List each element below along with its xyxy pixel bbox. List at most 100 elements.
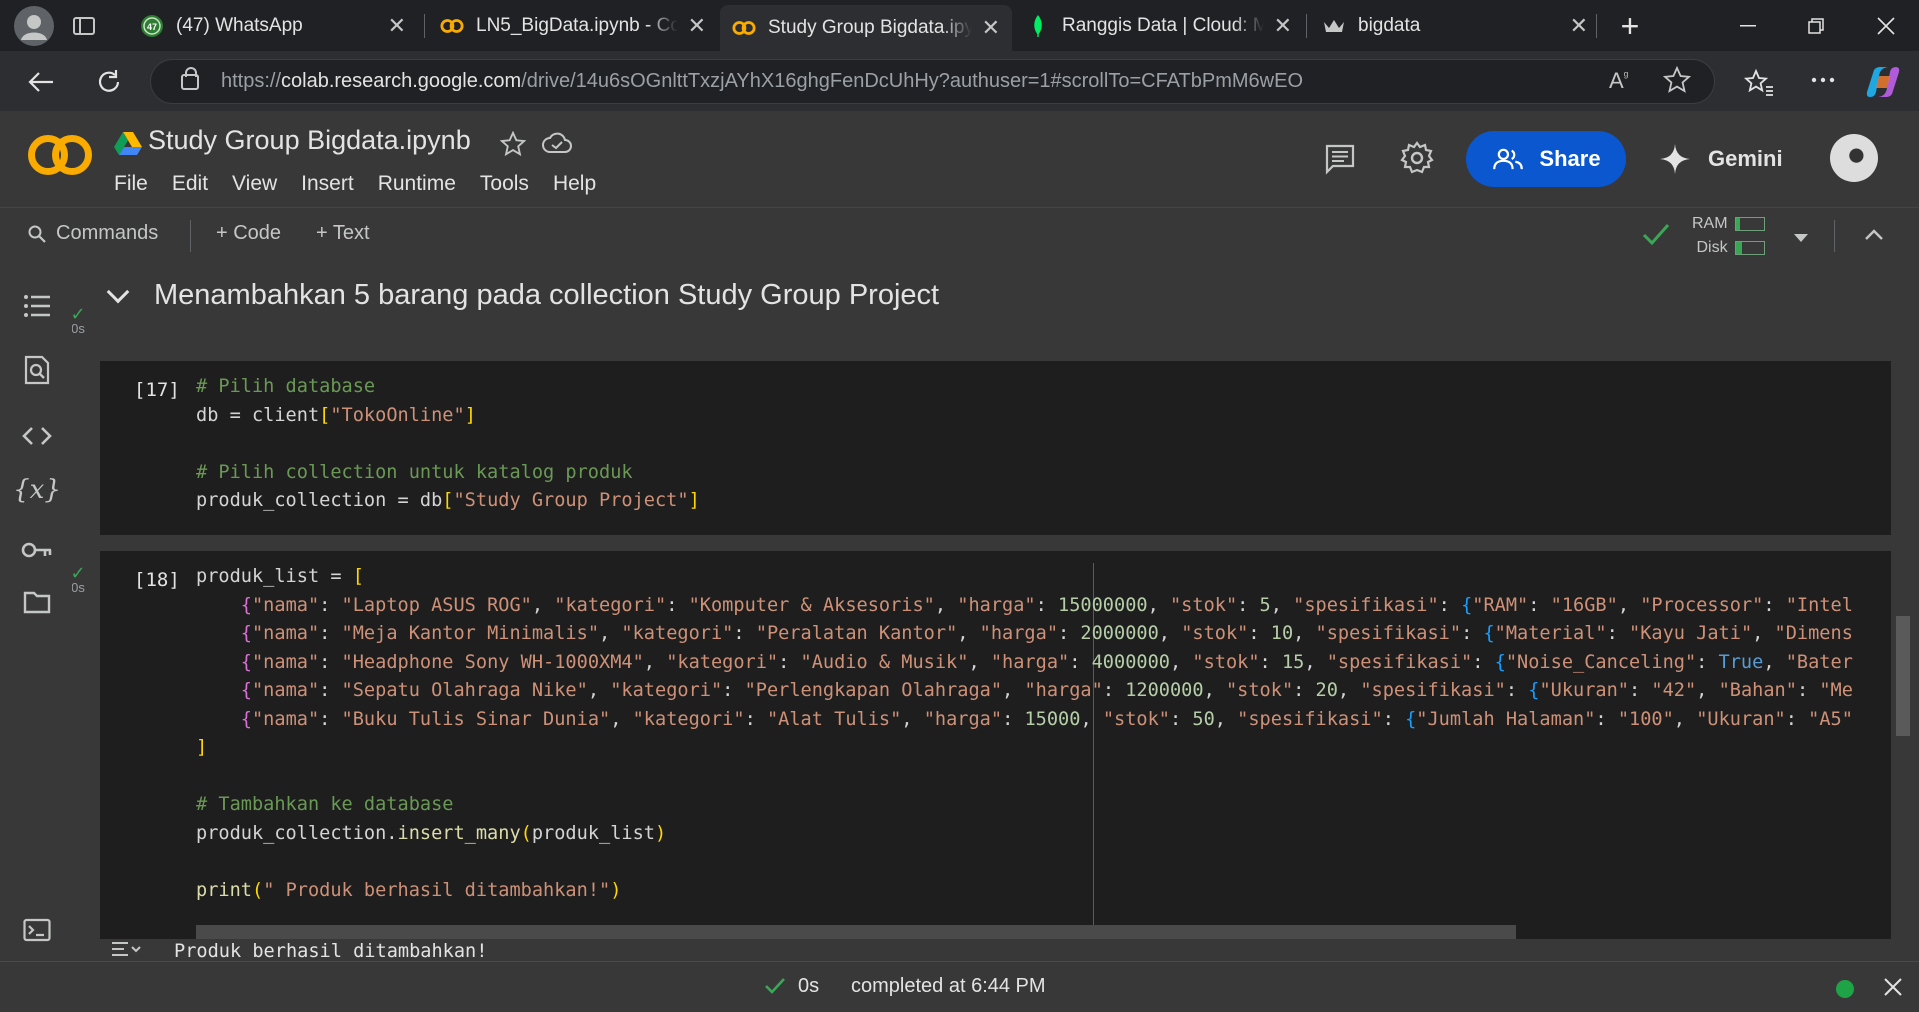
commands-button[interactable]: Commands — [28, 222, 158, 245]
check-icon: ✓ — [72, 563, 86, 583]
colab-icon — [440, 14, 464, 38]
chevron-down-icon[interactable] — [1793, 230, 1809, 248]
menu-edit[interactable]: Edit — [172, 172, 208, 196]
secrets-key-icon[interactable] — [18, 531, 56, 569]
code-cell[interactable]: [18] produk_list = [ {"nama": "Laptop AS… — [100, 551, 1891, 939]
restore-button[interactable] — [1788, 6, 1844, 46]
gemini-button[interactable]: Gemini — [1660, 131, 1783, 187]
cell-output: Produk berhasil ditambahkan! — [110, 939, 487, 961]
tab-title: LN5_BigData.ipynb - Cola — [476, 15, 678, 36]
output-menu-icon[interactable] — [110, 939, 144, 961]
completed-status[interactable]: completed at 6:44 PM — [851, 975, 1046, 998]
horizontal-scrollbar[interactable] — [196, 925, 1516, 939]
browser-tab-bigdata[interactable]: bigdata ✕ — [1310, 6, 1600, 46]
connected-check-icon — [1642, 222, 1670, 251]
share-button[interactable]: Share — [1466, 131, 1626, 187]
colab-logo[interactable] — [28, 135, 92, 175]
close-icon[interactable]: ✕ — [1274, 13, 1292, 39]
disk-label: Disk — [1696, 239, 1728, 256]
table-of-contents-icon[interactable] — [18, 287, 56, 325]
files-folder-icon[interactable] — [18, 583, 56, 621]
whatsapp-icon: 47 — [140, 14, 164, 38]
close-icon[interactable] — [1884, 978, 1902, 1001]
ram-label: RAM — [1692, 215, 1728, 232]
cloud-saved-icon[interactable] — [542, 131, 572, 160]
browser-tab-study-group[interactable]: Study Group Bigdata.ipyn ✕ — [720, 5, 1012, 51]
copilot-icon[interactable] — [1866, 65, 1900, 99]
notebook-title[interactable]: Study Group Bigdata.ipynb — [148, 125, 471, 156]
search-icon — [28, 225, 46, 243]
refresh-icon[interactable] — [92, 65, 126, 99]
close-icon[interactable]: ✕ — [982, 15, 1000, 41]
notebook-toolbar: Commands + Code + Text RAM Disk — [0, 207, 1919, 261]
menu-view[interactable]: View — [232, 172, 277, 196]
resource-monitor[interactable]: RAM Disk — [1692, 212, 1728, 260]
code-snippets-icon[interactable] — [18, 417, 56, 455]
section-title: Menambahkan 5 barang pada collection Stu… — [154, 279, 940, 311]
star-icon[interactable] — [499, 130, 527, 162]
mongodb-leaf-icon — [1026, 14, 1050, 38]
disk-usage-bar — [1735, 241, 1765, 255]
check-icon — [764, 976, 786, 1001]
code-editor[interactable]: # Pilih database db = client["TokoOnline… — [196, 373, 700, 516]
browser-tab-ln5[interactable]: LN5_BigData.ipynb - Cola ✕ — [428, 6, 718, 46]
comment-icon[interactable] — [1324, 143, 1356, 180]
chevron-up-icon[interactable] — [1864, 228, 1884, 246]
settings-gear-icon[interactable] — [1400, 141, 1434, 180]
cell-status: ✓ 0s — [72, 305, 88, 336]
execution-time: 0s — [798, 975, 820, 997]
minimize-button[interactable] — [1720, 6, 1776, 46]
browser-tab-whatsapp[interactable]: 47 (47) WhatsApp ✕ — [128, 6, 418, 46]
browser-tab-mongodb[interactable]: Ranggis Data | Cloud: Mo ✕ — [1014, 6, 1304, 46]
find-replace-icon[interactable] — [18, 351, 56, 389]
close-window-button[interactable] — [1858, 6, 1914, 46]
svg-text:47: 47 — [147, 22, 157, 32]
read-aloud-icon[interactable]: Aᵍ — [1609, 68, 1628, 94]
close-icon[interactable]: ✕ — [688, 13, 706, 39]
favorite-star-icon[interactable] — [1662, 65, 1692, 99]
browser-profile-icon[interactable] — [14, 5, 54, 46]
tab-title: Ranggis Data | Cloud: Mo — [1062, 15, 1264, 36]
tab-title: bigdata — [1358, 15, 1421, 36]
notebook-area: Menambahkan 5 barang pada collection Stu… — [72, 261, 1919, 961]
menu-tools[interactable]: Tools — [480, 172, 529, 196]
tab-title: (47) WhatsApp — [176, 15, 303, 36]
menu-runtime[interactable]: Runtime — [378, 172, 456, 196]
vertical-scrollbar[interactable] — [1896, 616, 1910, 736]
tab-actions-icon[interactable] — [64, 6, 104, 46]
menu-insert[interactable]: Insert — [301, 172, 354, 196]
menu-file[interactable]: File — [114, 172, 148, 196]
colab-header: Study Group Bigdata.ipynb File Edit View… — [0, 111, 1919, 207]
section-header[interactable]: Menambahkan 5 barang pada collection Stu… — [102, 279, 939, 312]
gemini-label: Gemini — [1708, 146, 1783, 171]
back-arrow-icon[interactable] — [24, 65, 58, 99]
url-text: https://colab.research.google.com/drive/… — [221, 70, 1303, 92]
google-drive-icon[interactable] — [114, 131, 142, 155]
variables-icon[interactable]: {𝑥} — [13, 471, 61, 509]
menu-help[interactable]: Help — [553, 172, 596, 196]
favorites-icon[interactable] — [1742, 65, 1776, 99]
code-cell[interactable]: [17] # Pilih database db = client["TokoO… — [100, 361, 1891, 535]
status-bar: 0s completed at 6:44 PM — [0, 961, 1919, 1012]
terminal-icon[interactable] — [18, 911, 56, 949]
new-tab-button[interactable]: + — [1612, 8, 1648, 44]
address-bar[interactable]: https://colab.research.google.com/drive/… — [150, 59, 1715, 104]
left-sidebar: {𝑥} — [0, 261, 72, 961]
ram-usage-bar — [1735, 217, 1765, 231]
add-text-button[interactable]: + Text — [316, 222, 370, 245]
code-editor[interactable]: produk_list = [ {"nama": "Laptop ASUS RO… — [196, 563, 1886, 905]
close-icon[interactable]: ✕ — [1570, 13, 1588, 39]
execution-count: [18] — [134, 569, 180, 591]
gemini-sparkle-icon — [1660, 144, 1690, 174]
user-avatar[interactable] — [1830, 134, 1878, 182]
more-options-icon[interactable] — [1806, 63, 1840, 97]
crown-icon — [1322, 14, 1346, 38]
colab-icon — [732, 16, 756, 40]
minimize-icon — [1740, 25, 1756, 27]
share-label: Share — [1539, 146, 1601, 171]
restore-icon — [1808, 18, 1824, 34]
add-code-button[interactable]: + Code — [216, 222, 281, 245]
close-icon[interactable]: ✕ — [388, 13, 406, 39]
chevron-down-icon[interactable] — [106, 280, 130, 303]
lock-icon — [181, 66, 199, 90]
